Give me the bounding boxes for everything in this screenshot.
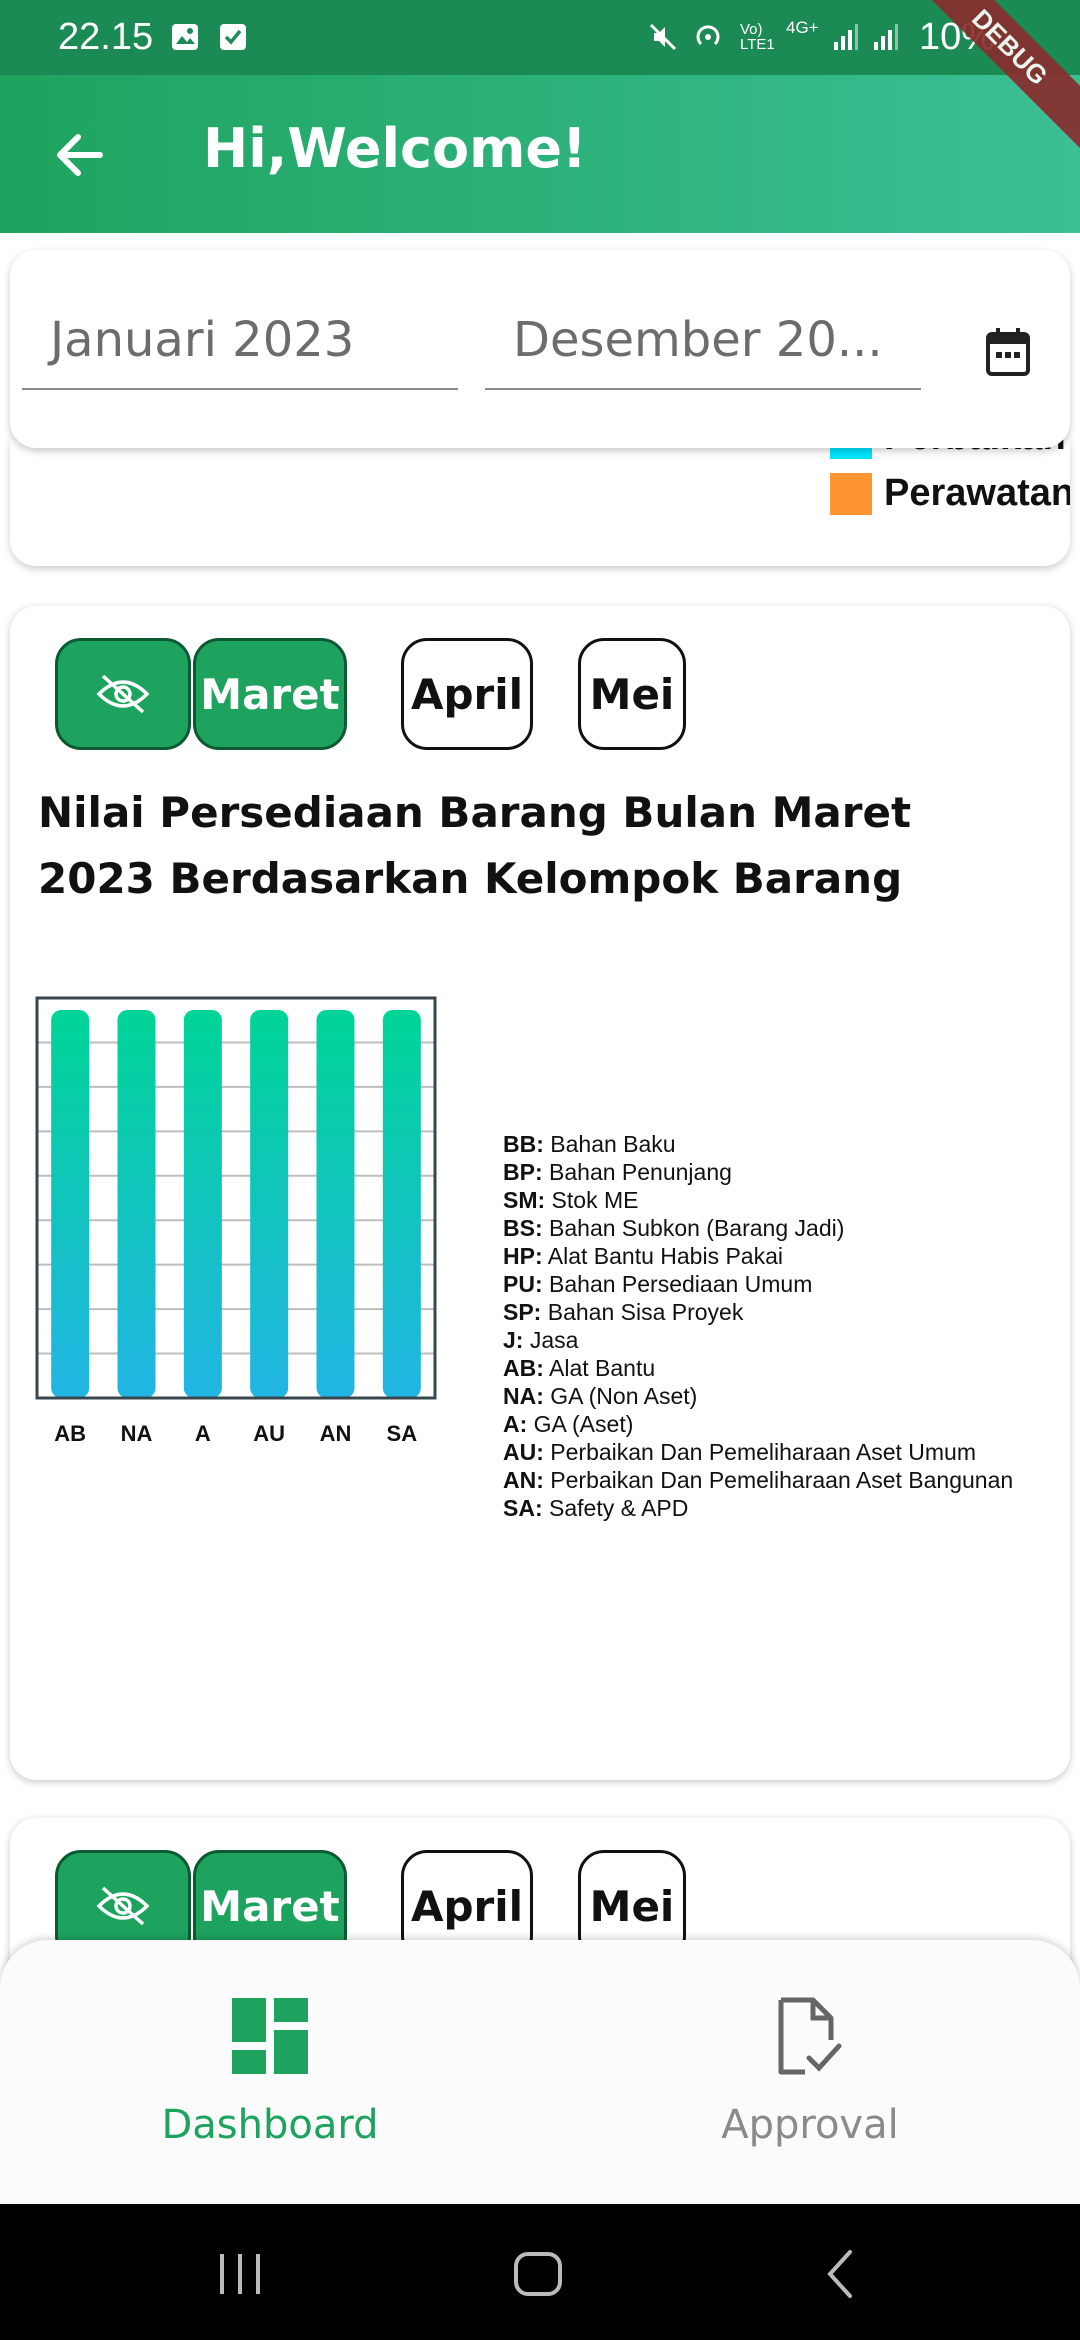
abbreviation-label: GA (Non Aset) (543, 1383, 698, 1409)
page-title: Hi,Welcome! (203, 117, 587, 180)
gallery-icon (172, 24, 198, 50)
legend-swatch (830, 472, 872, 515)
abbreviation-label: Alat Bantu (543, 1355, 656, 1381)
bar-ab (51, 1010, 90, 1398)
network-type: 4G+ (786, 18, 819, 37)
recent-apps-icon[interactable] (210, 2244, 270, 2304)
dashboard-icon (232, 1998, 308, 2074)
abbreviation-code: A: (503, 1411, 528, 1437)
bar-chart: AB NA A AU AN SA (35, 996, 437, 1446)
checkbox-notification-icon (220, 24, 246, 50)
toggle-visibility-button[interactable] (55, 638, 191, 750)
end-date-value: Desember 20... (513, 312, 883, 368)
abbreviation-code: NA: (503, 1383, 544, 1409)
bar-na (117, 1010, 156, 1398)
abbreviation-code: SP: (503, 1299, 542, 1325)
chart-title: Nilai Persediaan Barang Bulan Maret 2023… (38, 788, 912, 903)
abbreviation-item: NA: GA (Non Aset) (503, 1382, 1063, 1410)
abbreviation-code: PU: (503, 1271, 543, 1297)
abbreviation-label: Jasa (523, 1327, 579, 1353)
abbreviation-legend: BB: Bahan Baku BP: Bahan Penunjang SM: Sto… (503, 1130, 1063, 1522)
calendar-icon[interactable] (984, 326, 1032, 378)
abbreviation-label: Alat Bantu Habis Pakai (542, 1243, 783, 1269)
abbreviation-label: Bahan Baku (543, 1131, 676, 1157)
home-icon[interactable] (508, 2244, 568, 2304)
x-tick-label: AB (54, 1421, 86, 1446)
abbreviation-item: AB: Alat Bantu (503, 1354, 1063, 1382)
abbreviation-code: J: (503, 1327, 524, 1353)
abbreviation-item: BB: Bahan Baku (503, 1130, 1063, 1158)
end-date-field[interactable]: Desember 20... (485, 300, 921, 390)
bar-an (316, 1010, 355, 1398)
abbreviation-code: SM: (503, 1187, 546, 1213)
abbreviation-label: Perbaikan Dan Pemeliharaan Aset Umum (543, 1439, 976, 1465)
month-tab-mei[interactable]: Mei (578, 638, 686, 750)
date-filter-card: Januari 2023 Desember 20... (10, 250, 1070, 448)
bar-au (250, 1010, 289, 1398)
x-tick-label: A (195, 1421, 211, 1446)
nav-item-approval[interactable]: Approval (650, 1996, 970, 2148)
abbreviation-item: J: Jasa (503, 1326, 1063, 1354)
abbreviation-code: AU: (503, 1439, 544, 1465)
abbreviation-label: Bahan Persediaan Umum (542, 1271, 813, 1297)
bottom-navigation: Dashboard Approval (0, 1940, 1080, 2204)
status-bar: 22.15 Vo) LTE1 4G+ 10% (0, 0, 1080, 75)
abbreviation-code: BP: (503, 1159, 543, 1185)
abbreviation-code: BS: (503, 1215, 543, 1241)
nav-label-dashboard: Dashboard (161, 2102, 379, 2148)
abbreviation-code: SA: (503, 1495, 543, 1521)
x-tick-label: AN (320, 1421, 352, 1446)
abbreviation-item: AN: Perbaikan Dan Pemeliharaan Aset Bang… (503, 1466, 1063, 1494)
abbreviation-label: Bahan Subkon (Barang Jadi) (542, 1215, 845, 1241)
abbreviation-label: Stok ME (545, 1187, 639, 1213)
x-tick-label: NA (121, 1421, 153, 1446)
nav-item-dashboard[interactable]: Dashboard (110, 1996, 430, 2148)
abbreviation-item: PU: Bahan Persediaan Umum (503, 1270, 1063, 1298)
arrow-left-icon[interactable] (52, 127, 108, 183)
bar-sa (382, 1010, 421, 1398)
abbreviation-label: Safety & APD (542, 1495, 689, 1521)
month-tab-april[interactable]: April (401, 638, 533, 750)
abbreviation-item: BP: Bahan Penunjang (503, 1158, 1063, 1186)
abbreviation-item: SM: Stok ME (503, 1186, 1063, 1214)
abbreviation-code: HP: (503, 1243, 543, 1269)
volte-icon: Vo) LTE1 (740, 21, 775, 53)
hotspot-icon (696, 25, 720, 46)
x-tick-label: AU (253, 1421, 285, 1446)
abbreviation-item: BS: Bahan Subkon (Barang Jadi) (503, 1214, 1063, 1242)
document-check-icon (778, 1997, 842, 2075)
abbreviation-label: GA (Aset) (527, 1411, 634, 1437)
back-nav-icon[interactable] (812, 2244, 872, 2304)
signal-icon-2 (874, 24, 898, 50)
abbreviation-item: SA: Safety & APD (503, 1494, 1063, 1522)
start-date-value: Januari 2023 (50, 312, 355, 368)
abbreviation-label: Perbaikan Dan Pemeliharaan Aset Bangunan (543, 1467, 1014, 1493)
system-navigation-bar (0, 2204, 1080, 2340)
abbreviation-item: AU: Perbaikan Dan Pemeliharaan Aset Umum (503, 1438, 1063, 1466)
abbreviation-item: SP: Bahan Sisa Proyek (503, 1298, 1063, 1326)
abbreviation-label: Bahan Sisa Proyek (541, 1299, 744, 1325)
x-tick-label: SA (387, 1421, 418, 1446)
plot-frame (35, 996, 437, 1400)
signal-icon (834, 24, 858, 50)
month-tab-maret[interactable]: Maret (193, 638, 347, 750)
legend-label: Perawatan (884, 472, 1070, 514)
eye-off-icon (96, 674, 150, 714)
mute-icon (649, 23, 677, 51)
start-date-field[interactable]: Januari 2023 (22, 300, 458, 390)
previous-chart-card: Perbaikan Perawatan (10, 440, 1070, 566)
legend-item-perawatan: Perawatan (830, 472, 1070, 515)
abbreviation-code: BB: (503, 1131, 544, 1157)
eye-off-icon (96, 1886, 150, 1926)
app-bar: Hi,Welcome! (0, 75, 1080, 233)
abbreviation-code: AB: (503, 1355, 544, 1381)
abbreviation-item: A: GA (Aset) (503, 1410, 1063, 1438)
nav-label-approval: Approval (721, 2102, 899, 2148)
bar-a (183, 1010, 222, 1398)
status-time: 22.15 (58, 16, 154, 58)
abbreviation-label: Bahan Penunjang (542, 1159, 732, 1185)
abbreviation-code: AN: (503, 1467, 544, 1493)
inventory-chart-card: Maret April Mei Nilai Persediaan Barang … (10, 606, 1070, 1780)
abbreviation-item: HP: Alat Bantu Habis Pakai (503, 1242, 1063, 1270)
